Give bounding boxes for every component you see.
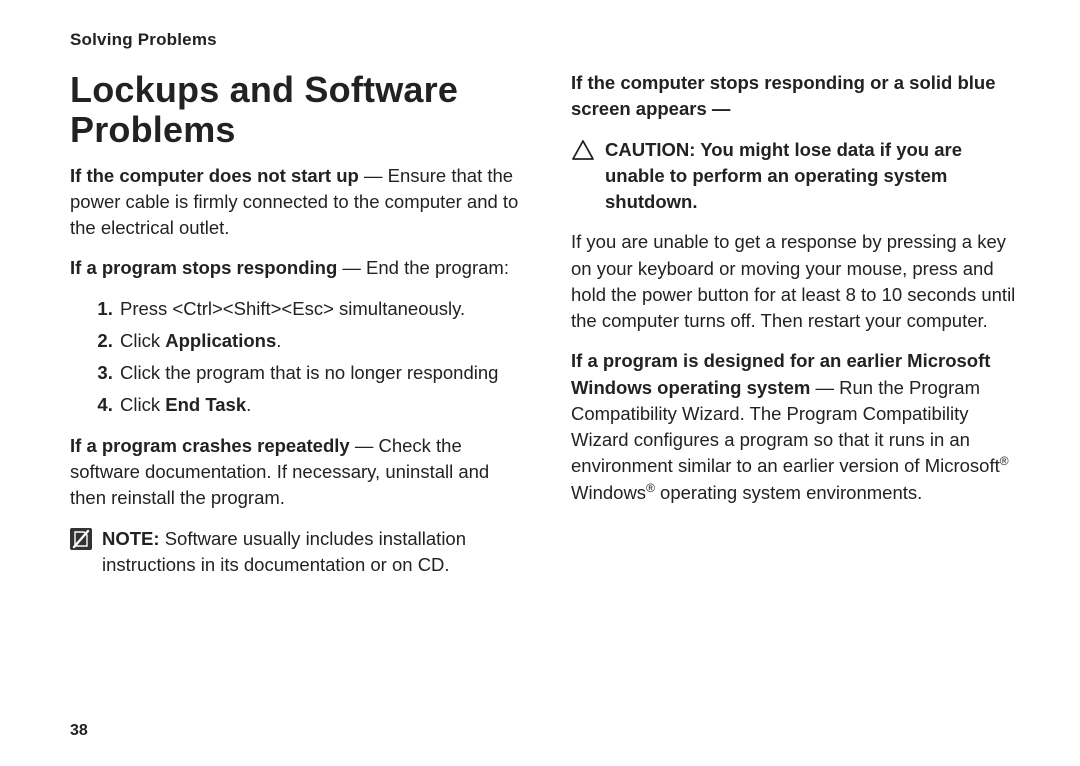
para-program-stops: If a program stops responding — End the … bbox=[70, 255, 523, 281]
document-page: Solving Problems Lockups and Software Pr… bbox=[0, 0, 1080, 766]
note-callout: NOTE: Software usually includes installa… bbox=[70, 526, 523, 579]
caution-callout: CAUTION: You might lose data if you are … bbox=[571, 137, 1024, 216]
bold-lead: If a program crashes repeatedly bbox=[70, 435, 350, 456]
caution-body: CAUTION: You might lose data if you are … bbox=[605, 137, 1024, 216]
two-column-layout: Lockups and Software Problems If the com… bbox=[70, 70, 1024, 592]
right-column: If the computer stops responding or a so… bbox=[571, 70, 1024, 592]
page-number: 38 bbox=[70, 722, 88, 740]
step-text: Click bbox=[120, 330, 165, 351]
note-label: NOTE: bbox=[102, 528, 160, 549]
step-3: Click the program that is no longer resp… bbox=[118, 360, 523, 386]
step-text: . bbox=[246, 394, 251, 415]
section-header: Solving Problems bbox=[70, 30, 1024, 50]
left-column: Lockups and Software Problems If the com… bbox=[70, 70, 523, 592]
note-icon bbox=[70, 528, 92, 557]
step-text: . bbox=[276, 330, 281, 351]
para-crashes-repeatedly: If a program crashes repeatedly — Check … bbox=[70, 433, 523, 512]
step-2: Click Applications. bbox=[118, 328, 523, 354]
step-4: Click End Task. bbox=[118, 392, 523, 418]
caution-label: CAUTION: bbox=[605, 139, 695, 160]
step-bold: End Task bbox=[165, 394, 246, 415]
para-rest: Windows bbox=[571, 482, 646, 503]
heading-blue-screen: If the computer stops responding or a so… bbox=[571, 70, 1024, 123]
bold-lead: If the computer does not start up bbox=[70, 165, 359, 186]
note-body: NOTE: Software usually includes installa… bbox=[102, 526, 523, 579]
page-title: Lockups and Software Problems bbox=[70, 70, 523, 151]
registered-mark: ® bbox=[646, 481, 655, 495]
bold-lead: If a program stops responding bbox=[70, 257, 337, 278]
step-1: Press <Ctrl><Shift><Esc> simultaneously. bbox=[118, 296, 523, 322]
end-program-steps: Press <Ctrl><Shift><Esc> simultaneously.… bbox=[70, 296, 523, 419]
registered-mark: ® bbox=[1000, 454, 1009, 468]
para-rest: — End the program: bbox=[337, 257, 509, 278]
caution-icon bbox=[571, 139, 595, 168]
para-rest: operating system environments. bbox=[655, 482, 922, 503]
para-no-response: If you are unable to get a response by p… bbox=[571, 229, 1024, 334]
step-bold: Applications bbox=[165, 330, 276, 351]
para-does-not-start: If the computer does not start up — Ensu… bbox=[70, 163, 523, 242]
para-compatibility: If a program is designed for an earlier … bbox=[571, 348, 1024, 506]
step-text: Click bbox=[120, 394, 165, 415]
